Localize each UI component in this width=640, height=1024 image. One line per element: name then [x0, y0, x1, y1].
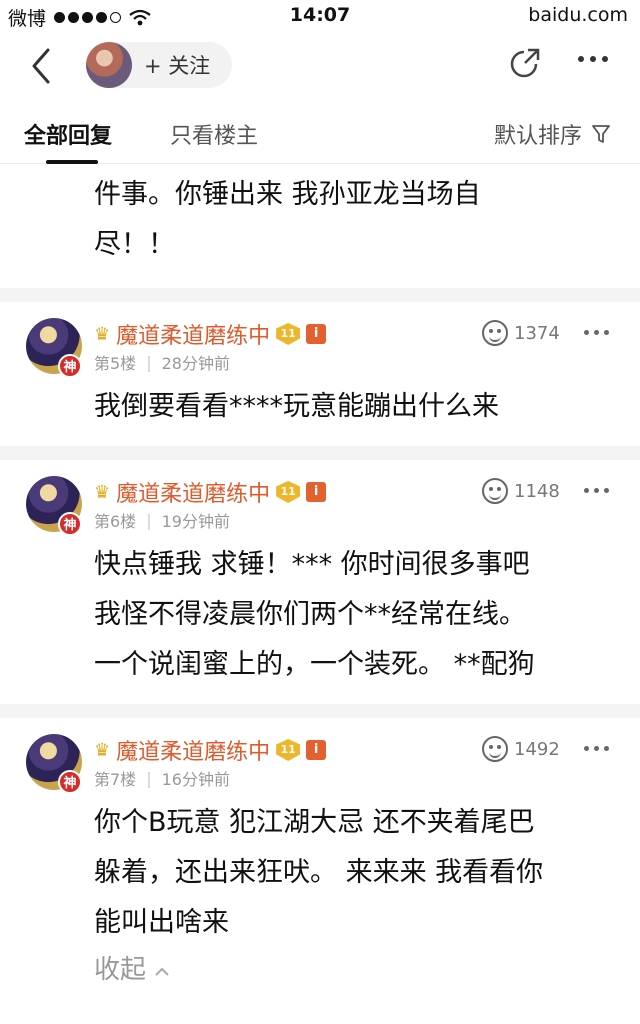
collapse-button[interactable]: 收起 — [0, 948, 640, 992]
floor-label: 第5楼 — [94, 354, 137, 373]
collapse-label: 收起 — [94, 955, 147, 985]
text-line: 躲着，还出来狂吠。 来来来 我看看你 — [94, 857, 544, 888]
tab-all-replies[interactable]: 全部回复 — [24, 118, 112, 150]
continued-post-text: 件事。你锤出来 我孙亚龙当场自 尽！！ — [0, 164, 640, 288]
post-text: 我倒要看看****玩意能蹦出什么来 — [0, 374, 640, 432]
share-icon[interactable] — [506, 46, 542, 82]
text-line: 能叫出啥来 — [94, 907, 229, 938]
god-badge: 神 — [58, 770, 82, 794]
like-icon — [482, 736, 508, 762]
like-icon — [482, 320, 508, 346]
follow-pill[interactable]: + 关注 — [86, 42, 232, 88]
crown-icon: ♛ — [94, 739, 111, 761]
reply-tabs: 全部回复 只看楼主 默认排序 — [0, 98, 640, 164]
like-count: 1148 — [514, 480, 560, 502]
like-icon — [482, 478, 508, 504]
reply-post: 神 ♛ 魔道柔道磨练中 11 i 第5楼 | 28分钟前 1374 我倒要看看*… — [0, 302, 640, 446]
sort-label: 默认排序 — [493, 124, 582, 149]
username[interactable]: 魔道柔道磨练中 — [116, 318, 270, 350]
more-options-icon[interactable] — [584, 488, 609, 493]
filter-icon — [592, 125, 610, 143]
like-count: 1492 — [514, 738, 560, 760]
crown-icon: ♛ — [94, 481, 111, 503]
god-badge: 神 — [58, 512, 82, 536]
like-count: 1374 — [514, 322, 560, 344]
like-button[interactable]: 1148 — [482, 478, 560, 504]
back-arrow-icon[interactable] — [22, 44, 62, 88]
info-badge: i — [306, 740, 327, 760]
like-button[interactable]: 1492 — [482, 736, 560, 762]
status-bar: 微博 14:07 baidu.com — [0, 0, 640, 34]
info-badge: i — [306, 482, 327, 502]
text-line: 你个B玩意 犯江湖大忌 还不夹着尾巴 — [94, 807, 535, 838]
more-options-icon[interactable] — [584, 330, 609, 335]
follow-button[interactable]: + 关注 — [144, 50, 210, 80]
divider — [0, 288, 640, 302]
reply-post: 神 ♛ 魔道柔道磨练中 11 i 第7楼 | 16分钟前 1492 你个B玩意 … — [0, 718, 640, 1006]
floor-label: 第7楼 — [94, 770, 137, 789]
post-time: 19分钟前 — [161, 512, 230, 531]
floor-label: 第6楼 — [94, 512, 137, 531]
post-time: 16分钟前 — [161, 770, 230, 789]
divider — [0, 446, 640, 460]
reply-list: 件事。你锤出来 我孙亚龙当场自 尽！！ 神 ♛ 魔道柔道磨练中 11 i 第5楼… — [0, 164, 640, 1006]
post-time: 28分钟前 — [161, 354, 230, 373]
text-line: 我倒要看看****玩意能蹦出什么来 — [94, 391, 499, 422]
chevron-up-icon — [155, 967, 169, 976]
god-badge: 神 — [58, 354, 82, 378]
divider — [0, 704, 640, 718]
like-button[interactable]: 1374 — [482, 320, 560, 346]
sort-dropdown[interactable]: 默认排序 — [494, 118, 610, 150]
info-badge: i — [306, 324, 327, 344]
post-text: 你个B玩意 犯江湖大忌 还不夹着尾巴 躲着，还出来狂吠。 来来来 我看看你 能叫… — [0, 790, 640, 948]
post-text: 快点锤我 求锤！*** 你时间很多事吧 我怪不得凌晨你们两个**经常在线。 一个… — [0, 532, 640, 690]
text-line: 一个说闺蜜上的，一个装死。 **配狗 — [94, 649, 535, 680]
crown-icon: ♛ — [94, 323, 111, 345]
avatar[interactable] — [86, 42, 132, 88]
nav-bar: + 关注 — [0, 34, 640, 98]
level-badge: 11 — [276, 739, 301, 761]
text-line: 尽！！ — [94, 229, 175, 260]
text-line: 件事。你锤出来 我孙亚龙当场自 — [94, 179, 481, 210]
more-options-icon[interactable] — [578, 56, 608, 62]
tab-owner-only[interactable]: 只看楼主 — [170, 118, 258, 150]
reply-post: 神 ♛ 魔道柔道磨练中 11 i 第6楼 | 19分钟前 1148 快点锤我 求… — [0, 460, 640, 704]
text-line: 我怪不得凌晨你们两个**经常在线。 — [94, 599, 526, 630]
domain-label: baidu.com — [528, 4, 628, 26]
username[interactable]: 魔道柔道磨练中 — [116, 734, 270, 766]
level-badge: 11 — [276, 323, 301, 345]
username[interactable]: 魔道柔道磨练中 — [116, 476, 270, 508]
level-badge: 11 — [276, 481, 301, 503]
text-line: 快点锤我 求锤！*** 你时间很多事吧 — [94, 549, 530, 580]
more-options-icon[interactable] — [584, 746, 609, 751]
